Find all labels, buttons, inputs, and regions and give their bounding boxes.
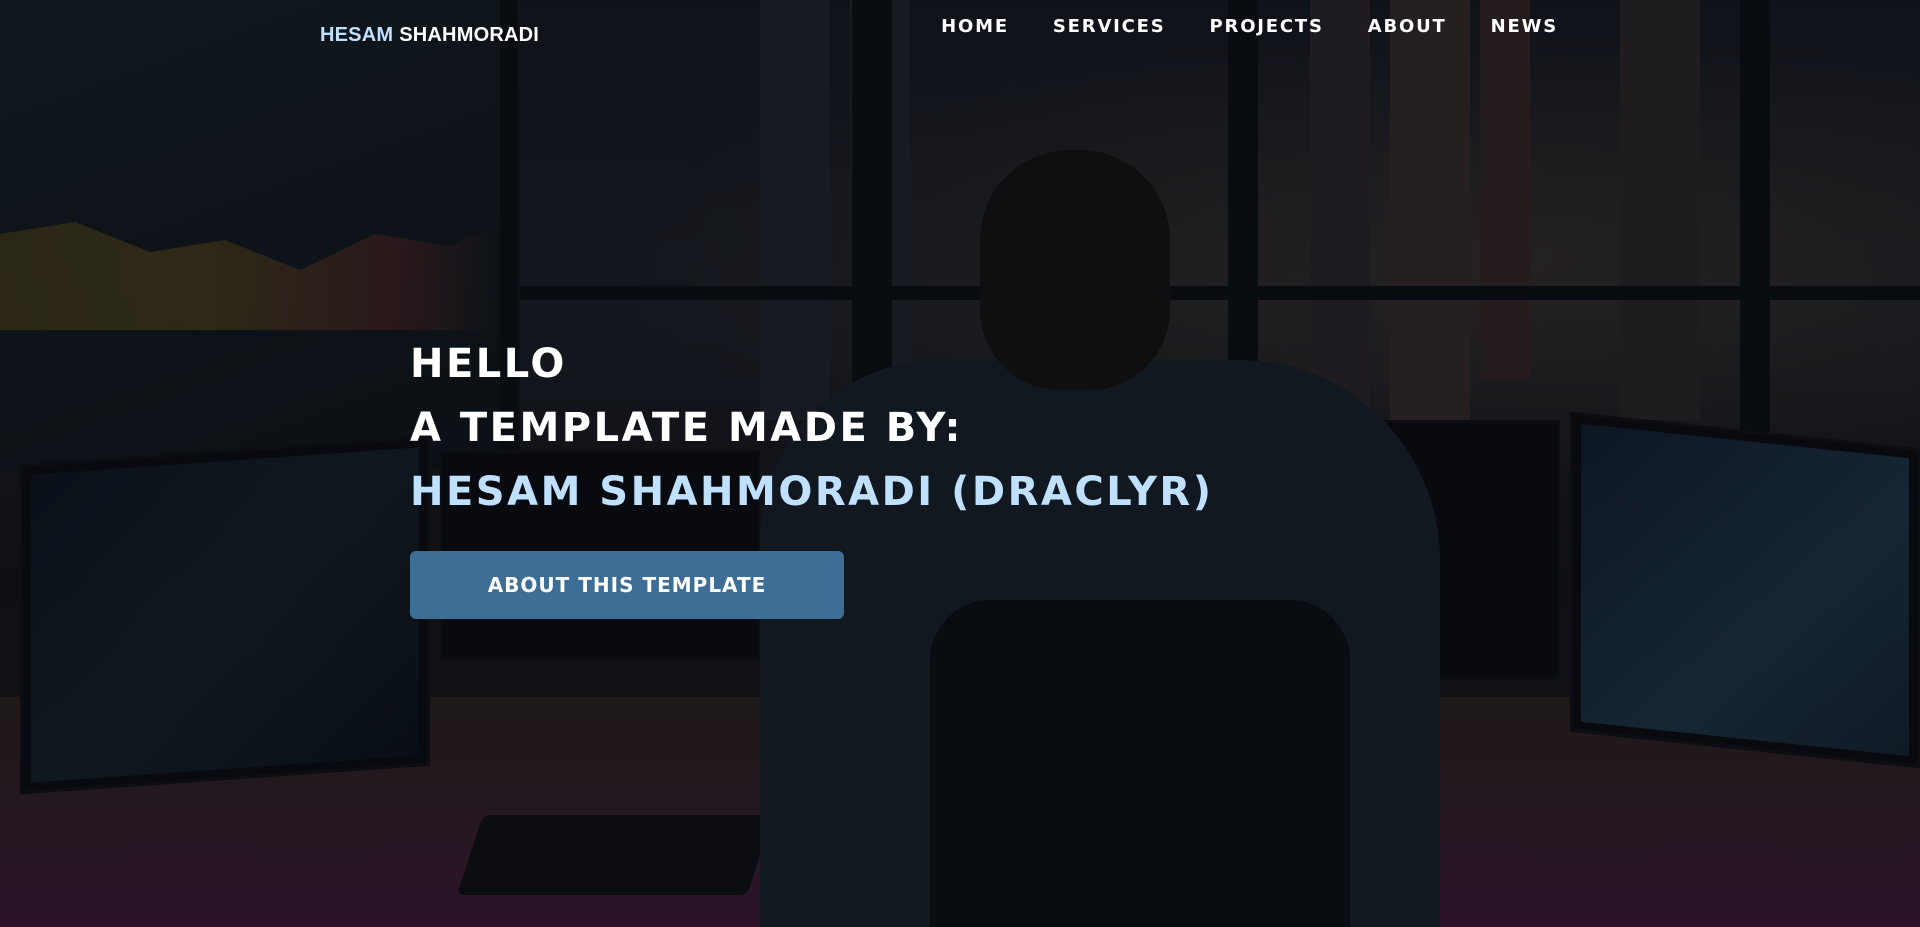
logo-first-name: HESAM bbox=[320, 24, 394, 46]
hero-line-hello: HELLO bbox=[410, 341, 567, 387]
site-header: HESAM SHAHMORADI HOME SERVICES PROJECTS A… bbox=[0, 0, 1920, 70]
nav-projects[interactable]: PROJECTS bbox=[1188, 15, 1346, 39]
site-logo[interactable]: HESAM SHAHMORADI bbox=[320, 24, 539, 47]
hero-heading-block: HELLO A TEMPLATE MADE BY: HESAM SHAHMORA… bbox=[410, 332, 1214, 524]
nav-news[interactable]: NEWS bbox=[1469, 15, 1580, 39]
nav-services[interactable]: SERVICES bbox=[1031, 15, 1188, 39]
logo-last-name: SHAHMORADI bbox=[399, 24, 540, 46]
hero-line-made-by: A TEMPLATE MADE BY: bbox=[410, 405, 963, 451]
about-template-button[interactable]: ABOUT THIS TEMPLATE bbox=[410, 551, 844, 619]
hero-line-author: HESAM SHAHMORADI (DRACLYR) bbox=[410, 469, 1214, 515]
nav-home[interactable]: HOME bbox=[919, 15, 1031, 39]
main-nav: HOME SERVICES PROJECTS ABOUT NEWS bbox=[919, 15, 1580, 39]
hero-heading: HELLO A TEMPLATE MADE BY: HESAM SHAHMORA… bbox=[410, 332, 1214, 524]
nav-about[interactable]: ABOUT bbox=[1346, 15, 1469, 39]
